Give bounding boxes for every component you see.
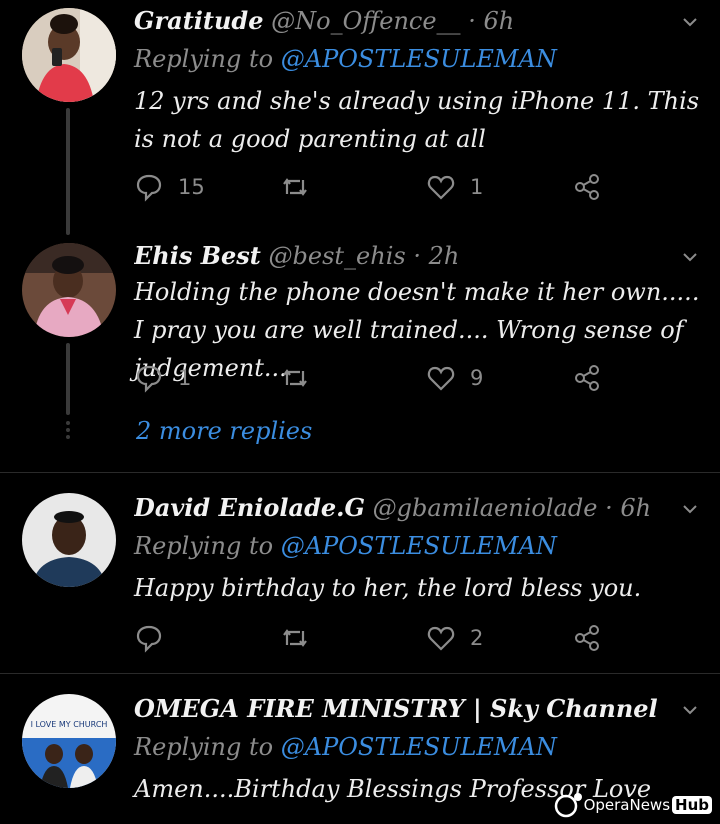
more-replies-link[interactable]: 2 more replies — [136, 417, 312, 445]
retweet-icon — [283, 369, 307, 387]
share-icon — [575, 365, 599, 391]
like-count: 1 — [470, 175, 484, 199]
avatar[interactable] — [22, 493, 116, 587]
like-button[interactable]: 2 — [426, 621, 483, 655]
action-bar: 1 9 — [134, 361, 614, 395]
reply-icon — [136, 625, 162, 653]
user-name[interactable]: Ehis Best — [134, 241, 261, 270]
avatar[interactable] — [22, 8, 116, 102]
like-button[interactable]: 9 — [426, 361, 483, 395]
mention-link[interactable]: @APOSTLESULEMAN — [281, 733, 557, 761]
tweet-header: David Eniolade.G @gbamilaeniolade · 6h — [134, 493, 652, 522]
tweet-text: 12 yrs and she's already using iPhone 11… — [134, 87, 700, 153]
share-button[interactable] — [572, 621, 602, 655]
replying-to: Replying to @APOSTLESULEMAN — [134, 730, 557, 764]
thread-line — [66, 343, 70, 415]
reply-count: 15 — [178, 175, 205, 199]
thread-line — [66, 108, 70, 235]
operanews-watermark: OperaNews Hub — [554, 792, 712, 818]
share-icon — [575, 174, 599, 200]
reply-icon — [136, 365, 162, 393]
reply-button[interactable]: 15 — [134, 170, 205, 204]
user-name[interactable]: David Eniolade.G — [134, 493, 365, 522]
avatar[interactable]: I LOVE MY CHURCH — [22, 694, 116, 788]
opera-news-logo-icon — [554, 793, 582, 818]
replying-label: Replying to — [134, 532, 274, 560]
replying-label: Replying to — [134, 733, 274, 761]
reply-icon — [136, 174, 162, 202]
retweet-button[interactable] — [280, 170, 310, 204]
mention-link[interactable]: @APOSTLESULEMAN — [281, 532, 557, 560]
replying-to: Replying to @APOSTLESULEMAN — [134, 529, 557, 563]
reply-button[interactable]: 1 — [134, 361, 191, 395]
thread-dots — [66, 421, 70, 439]
share-button[interactable] — [572, 361, 602, 395]
retweet-icon — [283, 178, 307, 196]
user-handle[interactable]: @best_ehis — [269, 242, 406, 270]
timestamp[interactable]: 2h — [429, 242, 460, 270]
retweet-icon — [283, 629, 307, 647]
replying-label: Replying to — [134, 45, 274, 73]
retweet-button[interactable] — [280, 361, 310, 395]
tweet-1[interactable]: Gratitude @No_Offence__ · 6h Replying to… — [0, 0, 720, 235]
watermark-hub: Hub — [672, 796, 712, 814]
heart-icon — [427, 175, 455, 200]
reply-count: 1 — [178, 366, 192, 390]
like-count: 2 — [470, 626, 484, 650]
like-button[interactable]: 1 — [426, 170, 483, 204]
tweet-header: Gratitude @No_Offence__ · 6h — [134, 6, 515, 35]
retweet-button[interactable] — [280, 621, 310, 655]
like-count: 9 — [470, 366, 484, 390]
user-handle[interactable]: @gbamilaeniolade — [373, 494, 598, 522]
tweet-header: Ehis Best @best_ehis · 2h — [134, 241, 460, 270]
avatar-caption: I LOVE MY CHURCH — [30, 720, 108, 729]
user-name[interactable]: OMEGA FIRE MINISTRY | Sky Channel 598 ..… — [134, 694, 660, 723]
action-bar: 15 1 — [134, 170, 614, 204]
chevron-down-icon[interactable] — [682, 702, 698, 718]
tweet-3[interactable]: David Eniolade.G @gbamilaeniolade · 6h R… — [0, 473, 720, 673]
tweet-header: OMEGA FIRE MINISTRY | Sky Channel 598 ..… — [134, 692, 660, 726]
user-handle[interactable]: @No_Offence__ — [271, 7, 460, 35]
reply-button[interactable] — [134, 621, 164, 655]
user-name[interactable]: Gratitude — [134, 6, 263, 35]
mention-link[interactable]: @APOSTLESULEMAN — [281, 45, 557, 73]
tweet-2[interactable]: Ehis Best @best_ehis · 2h Holding the ph… — [0, 235, 720, 472]
heart-icon — [427, 626, 455, 651]
timestamp[interactable]: 6h — [483, 7, 514, 35]
share-button[interactable] — [572, 170, 602, 204]
avatar[interactable] — [22, 243, 116, 337]
replying-to: Replying to @APOSTLESULEMAN — [134, 42, 557, 76]
chevron-down-icon[interactable] — [682, 501, 698, 517]
watermark-brand: OperaNews — [583, 796, 671, 814]
action-bar: 2 — [134, 621, 614, 655]
timestamp[interactable]: 6h — [620, 494, 651, 522]
chevron-down-icon[interactable] — [682, 14, 698, 30]
heart-icon — [427, 366, 455, 391]
tweet-text: Happy birthday to her, the lord bless yo… — [134, 574, 642, 602]
share-icon — [575, 625, 599, 651]
chevron-down-icon[interactable] — [682, 249, 698, 265]
